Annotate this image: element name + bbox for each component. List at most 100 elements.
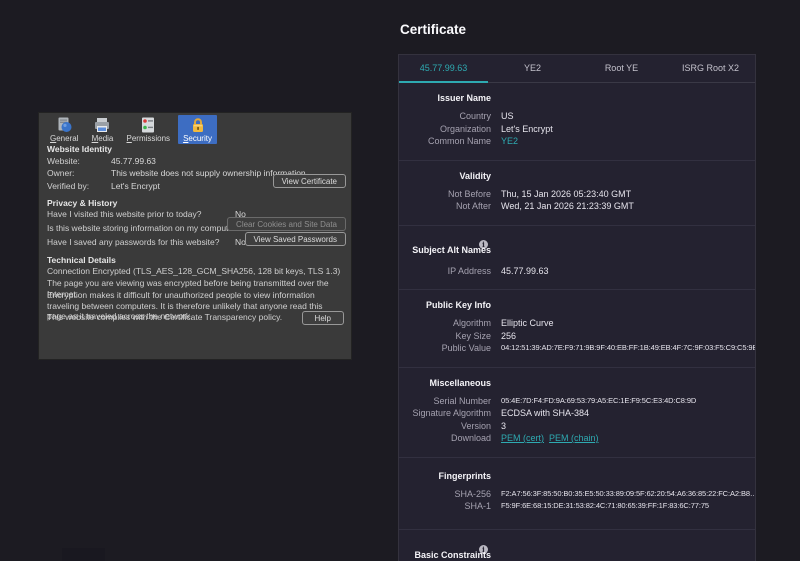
technical-details-heading: Technical Details — [47, 255, 116, 265]
not-before-value: Thu, 15 Jan 2026 05:23:40 GMT — [501, 188, 632, 199]
serial-number-label: Serial Number — [433, 395, 491, 406]
tab-media[interactable]: Media — [86, 115, 118, 144]
signature-algorithm-value: ECDSA with SHA-384 — [501, 408, 590, 418]
common-name-link[interactable]: YE2 — [501, 136, 518, 146]
verified-by-value: Let's Encrypt — [111, 181, 160, 191]
passwords-question: Have I saved any passwords for this webs… — [47, 237, 220, 247]
certificate-page-title: Certificate — [400, 22, 467, 37]
media-printer-icon — [91, 117, 113, 133]
section-basic-constraints: Basic Constraints Certificate Authority … — [399, 530, 755, 561]
website-identity-heading: Website Identity — [47, 144, 113, 154]
ip-address-value: 45.77.99.63 — [501, 265, 549, 276]
organization-row: Organization Let's Encrypt — [399, 123, 755, 136]
verified-by-label: Verified by: — [47, 181, 90, 191]
public-value: 04:12:51:39:AD:7E:F9:71:9B:9F:40:EB:FF:1… — [501, 343, 755, 352]
owner-label: Owner: — [47, 168, 75, 178]
basic-constraints-info-row — [399, 539, 501, 554]
privacy-history-heading: Privacy & History — [47, 198, 118, 208]
section-subject-alt-names: Subject Alt Names IP Address 45.77.99.63 — [399, 226, 755, 290]
not-after-value: Wed, 21 Jan 2026 21:23:39 GMT — [501, 201, 634, 211]
certificate-tabbar: 45.77.99.63 YE2 Root YE ISRG Root X2 — [399, 55, 755, 83]
cert-tab-root[interactable]: Root YE — [577, 55, 666, 82]
sha1-label: SHA-1 — [464, 501, 491, 511]
subject-alt-names-heading: Subject Alt Names — [412, 244, 491, 255]
fingerprints-heading: Fingerprints — [438, 470, 491, 481]
sha1-value: F5:9F:6E:68:15:DE:31:53:82:4C:71:80:65:3… — [501, 501, 709, 510]
ct-policy-line: This website complies with the Certifica… — [47, 312, 283, 322]
general-page-icon — [53, 117, 75, 133]
validity-heading: Validity — [459, 170, 491, 181]
desktop: General Media Permissions Security Websi… — [0, 0, 800, 561]
signature-algorithm-row: Signature Algorithm ECDSA with SHA-384 — [399, 407, 755, 420]
website-row: Website: 45.77.99.63 — [47, 156, 345, 166]
public-value-label: Public Value — [441, 343, 491, 353]
cert-tab-intermediate[interactable]: YE2 — [488, 55, 577, 82]
tab-general-label: General — [50, 134, 79, 143]
country-label: Country — [459, 111, 491, 121]
not-before-row: Not Before Thu, 15 Jan 2026 05:23:40 GMT — [399, 188, 755, 201]
not-before-label: Not Before — [447, 188, 491, 199]
help-button[interactable]: Help — [301, 311, 344, 325]
website-label: Website: — [47, 156, 80, 166]
cookies-question: Is this website storing information on m… — [47, 223, 241, 233]
tab-permissions-label: Permissions — [126, 134, 171, 143]
sha256-row: SHA-256 F2:A7:56:3F:85:50:B0:35:E5:50:33… — [399, 488, 755, 501]
key-size-value: 256 — [501, 330, 517, 341]
tab-security-label: Security — [183, 134, 212, 143]
issuer-name-heading: Issuer Name — [437, 93, 491, 103]
tab-media-label: Media — [91, 134, 114, 143]
algorithm-row: Algorithm Elliptic Curve — [399, 317, 755, 330]
sha256-value: F2:A7:56:3F:85:50:B0:35:E5:50:33:89:09:5… — [501, 488, 755, 498]
subject-alt-names-info-row — [399, 234, 501, 249]
tab-security[interactable]: Security — [178, 115, 217, 144]
background-window-fragment — [62, 548, 105, 561]
public-value-row: Public Value 04:12:51:39:AD:7E:F9:71:9B:… — [399, 342, 755, 355]
clear-cookies-button[interactable]: Clear Cookies and Site Data — [227, 217, 346, 231]
not-after-label: Not After — [455, 201, 491, 211]
cert-tab-leaf[interactable]: 45.77.99.63 — [399, 55, 488, 83]
section-miscellaneous: Miscellaneous Serial Number 05:4E:7D:F4:… — [399, 368, 755, 458]
serial-number-value: 05:4E:7D:F4:FD:9A:69:53:79:A5:EC:1E:F9:5… — [501, 395, 697, 405]
page-info-tabbar: General Media Permissions Security — [45, 115, 217, 144]
ip-address-row: IP Address 45.77.99.63 — [399, 265, 755, 278]
certificate-card: 45.77.99.63 YE2 Root YE ISRG Root X2 Iss… — [398, 54, 756, 561]
country-value: US — [501, 111, 514, 121]
version-label: Version — [460, 420, 491, 431]
certificate-page: Certificate 45.77.99.63 YE2 Root YE ISRG… — [398, 22, 756, 561]
view-saved-passwords-button[interactable]: View Saved Passwords — [244, 232, 346, 246]
serial-number-row: Serial Number 05:4E:7D:F4:FD:9A:69:53:79… — [399, 395, 755, 408]
website-value: 45.77.99.63 — [111, 156, 156, 166]
key-size-label: Key Size — [455, 330, 491, 341]
signature-algorithm-label: Signature Algorithm — [412, 408, 491, 418]
algorithm-value: Elliptic Curve — [501, 318, 554, 328]
tab-general[interactable]: General — [45, 115, 83, 144]
version-row: Version 3 — [399, 420, 755, 433]
download-row: Download PEM (cert) PEM (chain) — [399, 432, 755, 445]
page-info-dialog: General Media Permissions Security Websi… — [38, 112, 352, 360]
sha256-label: SHA-256 — [454, 488, 491, 499]
section-issuer-name: Issuer Name Country US Organization Let'… — [399, 83, 755, 161]
version-value: 3 — [501, 420, 507, 431]
ip-address-label: IP Address — [447, 265, 491, 276]
view-certificate-button[interactable]: View Certificate — [272, 174, 346, 188]
pem-chain-link[interactable]: PEM (chain) — [549, 432, 599, 445]
not-after-row: Not After Wed, 21 Jan 2026 21:23:39 GMT — [399, 200, 755, 213]
miscellaneous-heading: Miscellaneous — [429, 377, 491, 388]
section-public-key-info: Public Key Info Algorithm Elliptic Curve… — [399, 290, 755, 368]
visited-question: Have I visited this website prior to tod… — [47, 209, 202, 219]
organization-value: Let's Encrypt — [501, 123, 553, 134]
security-lock-icon — [187, 117, 209, 133]
public-key-info-heading: Public Key Info — [425, 300, 491, 310]
algorithm-label: Algorithm — [452, 318, 491, 328]
tab-permissions[interactable]: Permissions — [121, 115, 175, 144]
section-fingerprints: Fingerprints SHA-256 F2:A7:56:3F:85:50:B… — [399, 458, 755, 530]
download-label: Download — [450, 433, 491, 443]
connection-encrypted-line: Connection Encrypted (TLS_AES_128_GCM_SH… — [47, 266, 341, 276]
permissions-list-icon — [137, 117, 159, 133]
organization-label: Organization — [439, 123, 491, 134]
cert-tab-isrg-root-x2[interactable]: ISRG Root X2 — [666, 55, 755, 82]
basic-constraints-heading: Basic Constraints — [414, 549, 491, 560]
pem-cert-link[interactable]: PEM (cert) — [501, 432, 544, 445]
common-name-row: Common Name YE2 — [399, 135, 755, 148]
sha1-row: SHA-1 F5:9F:6E:68:15:DE:31:53:82:4C:71:8… — [399, 500, 755, 513]
